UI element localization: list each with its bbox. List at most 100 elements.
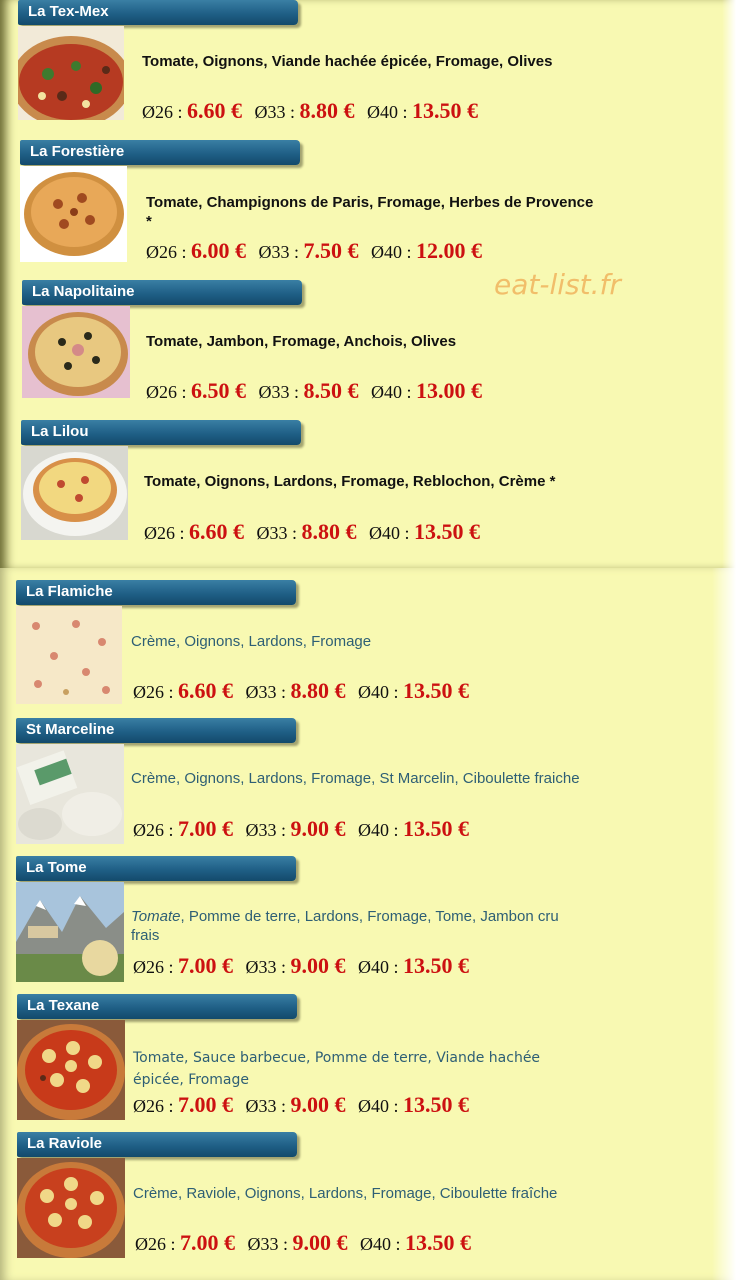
pizza-name-tab: La Forestière: [20, 140, 300, 165]
pizza-description: Tomate, Pomme de terre, Lardons, Fromage…: [131, 907, 581, 945]
pizza-photo: [16, 606, 122, 704]
size-26-label: Ø26 :: [142, 102, 183, 122]
pizza-item-forestiere: La Forestière Tomate, Champignons de Par…: [0, 140, 700, 280]
size-33-label: Ø33 :: [245, 820, 287, 840]
size-40-label: Ø40 :: [369, 523, 410, 543]
price-33: 9.00 €: [290, 1092, 346, 1117]
price-33: 7.50 €: [303, 238, 359, 263]
price-33: 9.00 €: [290, 953, 346, 978]
pizza-prices: Ø26 : 6.50 € Ø33 : 8.50 € Ø40 : 13.00 €: [146, 378, 482, 404]
price-26: 6.60 €: [178, 678, 233, 703]
watermark: eat-list.fr: [494, 268, 621, 301]
size-40-label: Ø40 :: [358, 682, 399, 702]
pizza-photo: [16, 882, 124, 982]
price-33: 8.50 €: [303, 378, 359, 403]
pizza-name-tab: La Tex-Mex: [18, 0, 298, 25]
pizza-description: Tomate, Oignons, Lardons, Fromage, Reblo…: [144, 473, 556, 490]
pizza-item-texane: La Texane Tomate, Sauce barbecue, Pomme …: [0, 994, 700, 1134]
price-33: 8.80 €: [290, 678, 346, 703]
price-26: 6.00 €: [191, 238, 246, 263]
price-33: 9.00 €: [292, 1230, 348, 1255]
size-26-label: Ø26 :: [133, 1096, 174, 1116]
pizza-photo: [17, 1020, 125, 1120]
size-26-label: Ø26 :: [133, 682, 174, 702]
pizza-photo: [22, 306, 130, 398]
pizza-description: Crème, Oignons, Lardons, Fromage: [131, 633, 372, 650]
pizza-photo: [17, 1158, 125, 1258]
price-40: 13.00 €: [416, 378, 482, 403]
size-33-label: Ø33 :: [258, 242, 300, 262]
price-33: 9.00 €: [290, 816, 346, 841]
size-26-label: Ø26 :: [135, 1234, 176, 1254]
price-26: 7.00 €: [178, 953, 233, 978]
size-40-label: Ø40 :: [371, 242, 412, 262]
pizza-photo: [20, 166, 127, 262]
pizza-name-tab: La Tome: [16, 856, 296, 881]
size-26-label: Ø26 :: [144, 523, 185, 543]
pizza-prices: Ø26 : 7.00 € Ø33 : 9.00 € Ø40 : 13.50 €: [133, 816, 469, 842]
pizza-prices: Ø26 : 6.60 € Ø33 : 8.80 € Ø40 : 13.50 €: [142, 98, 478, 124]
price-26: 7.00 €: [180, 1230, 235, 1255]
size-33-label: Ø33 :: [245, 957, 287, 977]
pizza-name-tab: St Marceline: [16, 718, 296, 743]
pizza-name-tab: La Flamiche: [16, 580, 296, 605]
price-40: 13.50 €: [414, 519, 480, 544]
price-40: 13.50 €: [403, 816, 469, 841]
pizza-photo: [18, 26, 124, 120]
price-26: 6.60 €: [189, 519, 244, 544]
pizza-description: Crème, Raviole, Oignons, Lardons, Fromag…: [133, 1185, 558, 1202]
size-26-label: Ø26 :: [133, 820, 174, 840]
size-26-label: Ø26 :: [133, 957, 174, 977]
price-33: 8.80 €: [299, 98, 355, 123]
pizza-item-lilou: La Lilou Tomate, Oignons, Lardons, Froma…: [0, 420, 700, 560]
pizza-prices: Ø26 : 6.60 € Ø33 : 8.80 € Ø40 : 13.50 €: [133, 678, 469, 704]
size-40-label: Ø40 :: [358, 820, 399, 840]
size-26-label: Ø26 :: [146, 382, 187, 402]
pizza-item-st-marceline: St Marceline Crème, Oignons, Lardons, Fr…: [0, 718, 700, 858]
pizza-item-tome: La Tome Tomate, Pomme de terre, Lardons,…: [0, 856, 700, 996]
pizza-photo: [16, 744, 124, 844]
size-26-label: Ø26 :: [146, 242, 187, 262]
pizza-description: Crème, Oignons, Lardons, Fromage, St Mar…: [131, 770, 580, 787]
pizza-prices: Ø26 : 7.00 € Ø33 : 9.00 € Ø40 : 13.50 €: [133, 1092, 469, 1118]
size-33-label: Ø33 :: [245, 1096, 287, 1116]
pizza-description: Tomate, Sauce barbecue, Pomme de terre, …: [133, 1050, 541, 1088]
pizza-item-flamiche: La Flamiche Crème, Oignons, Lardons, Fro…: [0, 580, 700, 720]
pizza-name-tab: La Lilou: [21, 420, 301, 445]
price-26: 6.60 €: [187, 98, 242, 123]
size-33-label: Ø33 :: [256, 523, 298, 543]
pizza-prices: Ø26 : 6.00 € Ø33 : 7.50 € Ø40 : 12.00 €: [146, 238, 482, 264]
pizza-prices: Ø26 : 7.00 € Ø33 : 9.00 € Ø40 : 13.50 €: [135, 1230, 471, 1256]
pizza-description: Tomate, Jambon, Fromage, Anchois, Olives: [146, 333, 457, 350]
price-40: 13.50 €: [403, 953, 469, 978]
size-40-label: Ø40 :: [358, 957, 399, 977]
price-26: 7.00 €: [178, 816, 233, 841]
price-40: 13.50 €: [405, 1230, 471, 1255]
size-33-label: Ø33 :: [254, 102, 296, 122]
size-40-label: Ø40 :: [360, 1234, 401, 1254]
price-40: 13.50 €: [412, 98, 478, 123]
size-33-label: Ø33 :: [247, 1234, 289, 1254]
pizza-description: Tomate, Oignons, Viande hachée épicée, F…: [142, 53, 553, 70]
pizza-item-napolitaine: La Napolitaine Tomate, Jambon, Fromage, …: [0, 280, 700, 420]
pizza-item-raviole: La Raviole Crème, Raviole, Oignons, Lard…: [0, 1132, 700, 1272]
pizza-prices: Ø26 : 7.00 € Ø33 : 9.00 € Ø40 : 13.50 €: [133, 953, 469, 979]
price-40: 13.50 €: [403, 678, 469, 703]
pizza-photo: [21, 446, 128, 540]
pizza-description: Tomate, Champignons de Paris, Fromage, H…: [146, 194, 594, 230]
pizza-description-rest: , Pomme de terre, Lardons, Fromage, Tome…: [131, 908, 559, 944]
pizza-name-tab: La Napolitaine: [22, 280, 302, 305]
pizza-name-tab: La Texane: [17, 994, 297, 1019]
size-40-label: Ø40 :: [367, 102, 408, 122]
pizza-name-tab: La Raviole: [17, 1132, 297, 1157]
size-40-label: Ø40 :: [358, 1096, 399, 1116]
price-26: 6.50 €: [191, 378, 246, 403]
price-33: 8.80 €: [301, 519, 357, 544]
pizza-prices: Ø26 : 6.60 € Ø33 : 8.80 € Ø40 : 13.50 €: [144, 519, 480, 545]
price-40: 13.50 €: [403, 1092, 469, 1117]
pizza-description-italic: Tomate: [131, 908, 181, 925]
price-26: 7.00 €: [178, 1092, 233, 1117]
size-33-label: Ø33 :: [245, 682, 287, 702]
size-33-label: Ø33 :: [258, 382, 300, 402]
price-40: 12.00 €: [416, 238, 482, 263]
